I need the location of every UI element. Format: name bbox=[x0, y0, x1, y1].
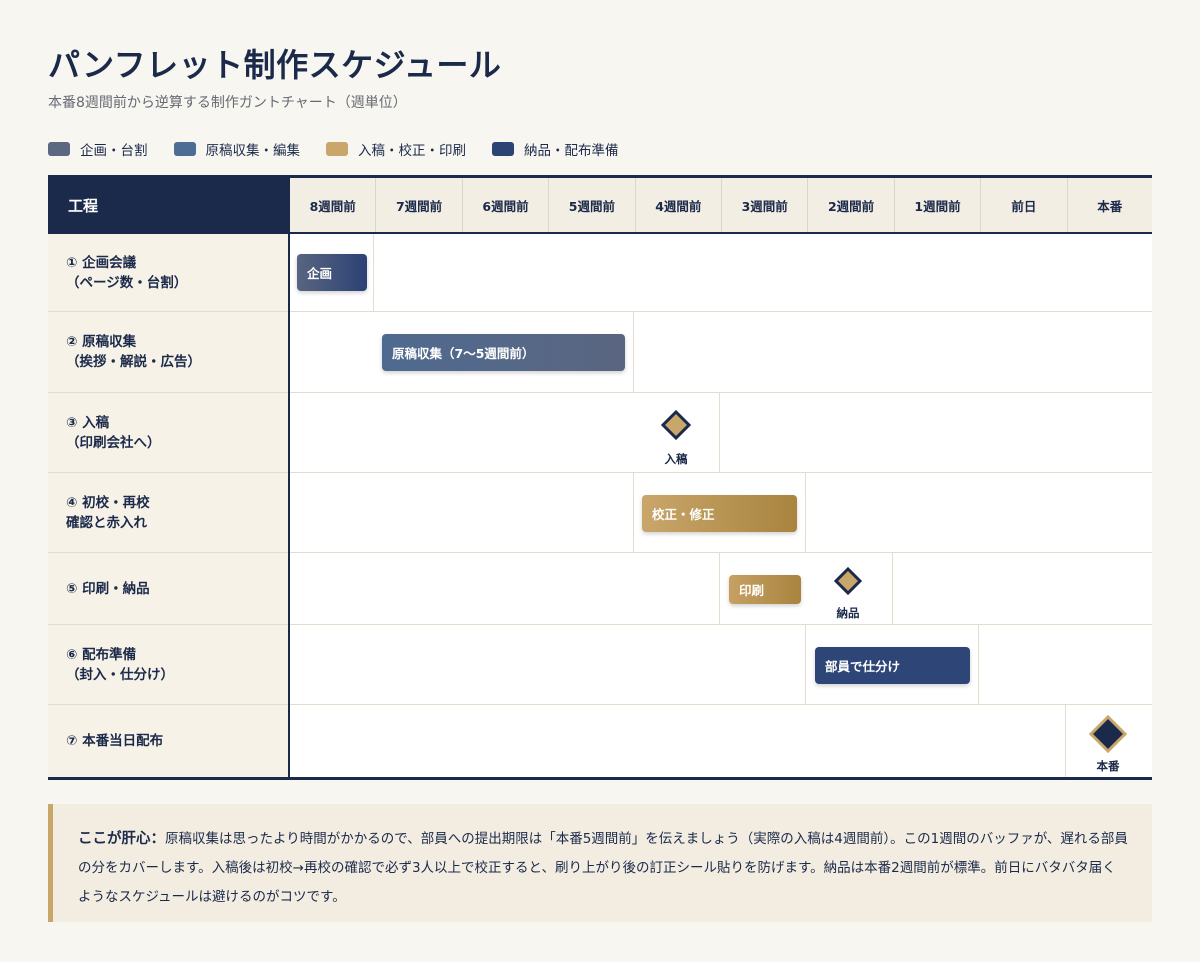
legend-label: 納品・配布準備 bbox=[524, 143, 619, 159]
legend-item-delivery: 納品・配布準備 bbox=[492, 139, 619, 159]
legend-swatch-printing bbox=[326, 142, 348, 156]
row-label-distribution-prep: ⑥ 配布準備 （封入・仕分け） bbox=[66, 625, 281, 704]
legend-item-editing: 原稿収集・編集 bbox=[173, 139, 301, 159]
header-week-showday: 本番 bbox=[1067, 178, 1152, 232]
milestone-showday-diamond-icon bbox=[1089, 715, 1127, 753]
tip-note: ここが肝心：原稿収集は思ったより時間がかかるので、部員への提出期限は「本番5週間… bbox=[48, 804, 1152, 922]
header-week-6: 6週間前 bbox=[462, 178, 550, 232]
task-bar-manuscript: 原稿収集（7〜5週間前） bbox=[382, 334, 625, 371]
header-week-5: 5週間前 bbox=[549, 178, 636, 232]
task-bar-proofreading: 校正・修正 bbox=[642, 495, 797, 532]
row-label-line1: ③ 入稿 bbox=[66, 414, 110, 431]
milestone-delivery-label: 納品 bbox=[836, 606, 860, 620]
row-label-manuscript: ② 原稿収集 （挨拶・解説・広告） bbox=[66, 312, 281, 392]
row-label-showday: ⑦ 本番当日配布 bbox=[66, 705, 281, 777]
cell-divider bbox=[373, 234, 374, 311]
task-bar-printing: 印刷 bbox=[729, 575, 801, 604]
row-label-line2: （ページ数・台割） bbox=[66, 274, 188, 291]
row-label-line1: ① 企画会議 bbox=[66, 254, 137, 271]
row-label-line1: ⑦ 本番当日配布 bbox=[66, 733, 164, 749]
chart-bottom-border bbox=[48, 777, 1152, 780]
page-title: パンフレット制作スケジュール bbox=[48, 46, 502, 84]
legend-label: 入稿・校正・印刷 bbox=[358, 143, 466, 159]
header-week-8: 8週間前 bbox=[290, 178, 377, 232]
header-process: 工程 bbox=[48, 178, 288, 232]
milestone-delivery-diamond-icon bbox=[834, 567, 862, 595]
row-label-proofreading: ④ 初校・再校 確認と赤入れ bbox=[66, 473, 281, 552]
legend-item-planning: 企画・台割 bbox=[48, 139, 148, 159]
row-label-line1: ⑥ 配布準備 bbox=[66, 646, 137, 663]
milestone-submit-label: 入稿 bbox=[664, 452, 688, 466]
legend-swatch-planning bbox=[48, 142, 70, 156]
legend-swatch-editing bbox=[173, 142, 196, 156]
cell-divider bbox=[892, 553, 893, 624]
cell-divider bbox=[719, 553, 720, 624]
cell-divider bbox=[633, 312, 634, 392]
row-label-line1: ④ 初校・再校 bbox=[66, 494, 150, 511]
cell-divider bbox=[633, 473, 634, 552]
header-week-4: 4週間前 bbox=[635, 178, 722, 232]
header-week-1: 1週間前 bbox=[894, 178, 982, 232]
row-label-printing: ⑤ 印刷・納品 bbox=[66, 553, 281, 624]
row-label-line1: ⑤ 印刷・納品 bbox=[66, 580, 150, 597]
legend: 企画・台割 原稿収集・編集 入稿・校正・印刷 納品・配布準備 bbox=[48, 139, 645, 159]
cell-divider bbox=[805, 473, 806, 552]
tip-note-label: ここが肝心： bbox=[78, 831, 165, 847]
legend-swatch-delivery bbox=[492, 142, 514, 156]
row-label-line1: ② 原稿収集 bbox=[66, 334, 137, 350]
cell-divider bbox=[719, 393, 720, 472]
header-week-7: 7週間前 bbox=[376, 178, 463, 232]
page: パンフレット制作スケジュール 本番8週間前から逆算する制作ガントチャート（週単位… bbox=[0, 0, 1200, 962]
gantt-chart: 工程 8週間前 7週間前 6週間前 5週間前 4週間前 3週間前 2週間前 1週… bbox=[48, 175, 1152, 780]
task-bar-planning: 企画 bbox=[297, 254, 367, 291]
header-week-3: 3週間前 bbox=[722, 178, 809, 232]
row-label-line2: 確認と赤入れ bbox=[66, 514, 147, 531]
legend-item-printing: 入稿・校正・印刷 bbox=[326, 139, 466, 159]
page-subtitle: 本番8週間前から逆算する制作ガントチャート（週単位） bbox=[48, 95, 407, 111]
row-label-line2: （印刷会社へ） bbox=[66, 434, 161, 451]
row-label-submission: ③ 入稿 （印刷会社へ） bbox=[66, 393, 281, 472]
milestone-submit-diamond-icon bbox=[661, 410, 691, 440]
cell-divider bbox=[805, 625, 806, 704]
row-label-line2: （封入・仕分け） bbox=[66, 666, 174, 683]
tip-note-text: 原稿収集は思ったより時間がかかるので、部員への提出期限は「本番5週間前」を伝えま… bbox=[78, 831, 1128, 905]
cell-divider bbox=[978, 625, 979, 704]
legend-label: 企画・台割 bbox=[80, 143, 148, 159]
header-week-eve: 前日 bbox=[981, 178, 1068, 232]
task-bar-sorting: 部員で仕分け bbox=[815, 647, 970, 684]
row-label-planning-meeting: ① 企画会議 （ページ数・台割） bbox=[66, 234, 281, 311]
legend-label: 原稿収集・編集 bbox=[205, 143, 301, 159]
label-chart-divider bbox=[288, 178, 290, 777]
header-week-2: 2週間前 bbox=[808, 178, 895, 232]
milestone-showday-label: 本番 bbox=[1096, 759, 1120, 773]
row-label-line2: （挨拶・解説・広告） bbox=[66, 354, 201, 370]
